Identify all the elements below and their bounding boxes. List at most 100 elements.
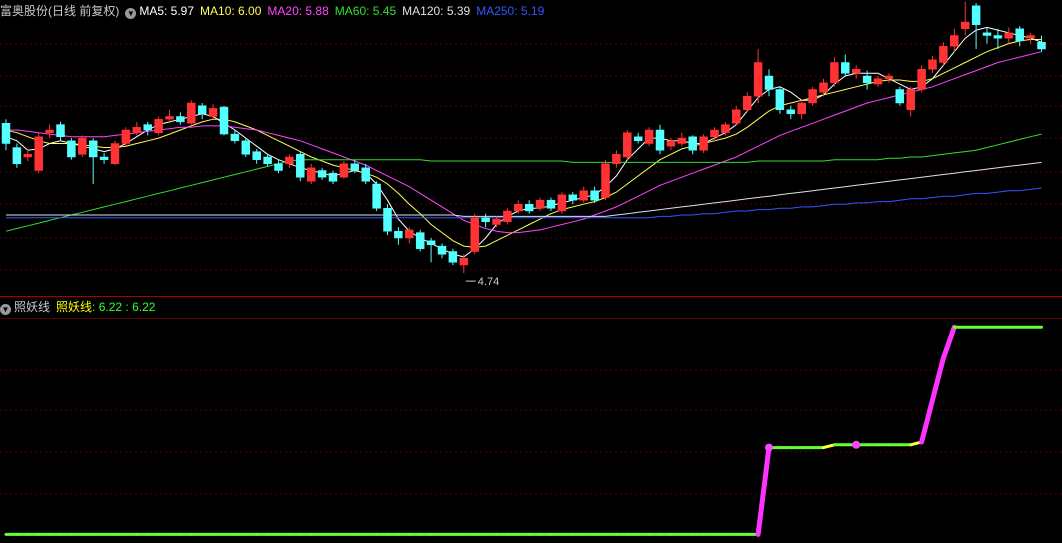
candle-body <box>394 231 403 239</box>
indicator-segment <box>919 397 935 445</box>
candle-body <box>895 89 905 104</box>
candle-body <box>950 35 959 47</box>
candle-body <box>623 132 632 158</box>
ma-line-ma5 <box>5 26 1042 258</box>
candle-body <box>514 204 523 212</box>
indicator-value-a: 6.22 <box>98 300 123 314</box>
candle-body <box>67 140 76 158</box>
stock-title: 富奥股份(日线 前复权) <box>0 4 120 18</box>
candle-body <box>568 194 578 201</box>
candle-body <box>23 154 33 158</box>
ma-legend-ma10: MA10: 6.00 <box>200 4 262 18</box>
candle-body <box>666 140 676 147</box>
candle-body <box>350 163 360 171</box>
candle-body <box>328 172 338 182</box>
candle-body <box>415 232 425 250</box>
candle-body <box>971 5 981 25</box>
candle-body <box>296 154 305 178</box>
indicator-series-label: 照妖线: 6.22 : 6.22 <box>56 300 156 314</box>
candle-body <box>143 124 152 131</box>
candle-body <box>841 62 850 74</box>
candle-body <box>241 140 251 155</box>
candle-body <box>677 137 687 144</box>
candle-body <box>12 147 22 165</box>
high-price-label: 6.32 <box>979 0 1000 3</box>
candle-body <box>862 75 872 83</box>
candle-body <box>524 204 534 212</box>
candle-body <box>263 156 272 164</box>
candle-body <box>274 163 283 171</box>
candle-body <box>481 217 490 223</box>
indicator-value-b: 6.22 <box>132 300 156 314</box>
candle-body <box>688 136 697 151</box>
candle-body <box>906 89 915 110</box>
candle-body <box>470 217 479 252</box>
candle-body <box>34 136 43 171</box>
candle-body <box>633 136 643 142</box>
candle-body <box>187 102 196 124</box>
candle-body <box>797 102 806 115</box>
candle-body <box>197 105 207 115</box>
ma-legend-ma20: MA20: 5.88 <box>267 4 329 18</box>
ma-line-ma120 <box>6 161 1042 217</box>
candle-body <box>753 62 763 97</box>
candle-body <box>219 106 229 135</box>
candle-body <box>176 116 185 123</box>
chevron-down-icon[interactable]: ▼ <box>0 304 11 315</box>
candle-body <box>786 109 796 115</box>
ma-legend-ma60: MA60: 5.45 <box>334 4 397 18</box>
candle-body <box>601 163 610 198</box>
candle-body <box>99 156 109 160</box>
candle-body <box>1037 42 1046 50</box>
candle-body <box>764 75 774 90</box>
candle-body <box>699 136 708 151</box>
candle-body <box>165 116 174 120</box>
candle-body <box>873 78 883 85</box>
candle-body <box>45 129 54 133</box>
candle-body <box>56 124 65 137</box>
candle-body <box>132 127 142 133</box>
candle-body <box>557 194 567 212</box>
candle-body <box>579 190 588 201</box>
candle-body <box>851 69 861 74</box>
candle-body <box>928 59 937 70</box>
candle-body <box>306 167 316 182</box>
candle-body <box>644 129 654 144</box>
candle-body <box>884 75 894 79</box>
indicator-segment <box>755 445 772 537</box>
candle-body <box>939 46 948 63</box>
ma-legend: MA5: 5.97 MA10: 6.00 MA20: 5.88 MA60: 5.45 M… <box>139 4 550 18</box>
candle-body <box>960 21 970 29</box>
candle-body <box>361 167 370 182</box>
candle-body <box>317 170 327 178</box>
chevron-down-icon[interactable]: ▼ <box>125 8 137 19</box>
candle-body <box>110 143 120 164</box>
candle-body <box>285 156 294 164</box>
candle-body <box>546 199 556 209</box>
candle-body <box>383 208 392 232</box>
candle-body <box>208 108 218 117</box>
indicator-dot <box>852 440 861 449</box>
candle-body <box>339 163 349 178</box>
candle-body <box>437 245 447 255</box>
candle-body <box>612 154 621 165</box>
candle-body <box>535 199 545 209</box>
indicator-segment <box>930 355 946 403</box>
candle-body <box>819 82 828 93</box>
indicator-dot <box>765 443 773 452</box>
indicator-series-name: 照妖线 <box>56 300 93 314</box>
candle-body <box>459 258 469 266</box>
indicator-name: 照妖线 <box>14 300 51 314</box>
candle-body <box>655 129 665 151</box>
indicator-segment <box>940 324 957 361</box>
candle-body <box>808 89 817 104</box>
candle-body <box>982 32 992 36</box>
ma-legend-ma120: MA120: 5.39 <box>402 4 471 18</box>
stock-chart: 6.32 4.74 <box>0 0 1062 537</box>
candle-body <box>775 89 785 110</box>
candle-body <box>78 137 87 155</box>
candle-body <box>732 109 741 124</box>
candle-body <box>448 251 458 263</box>
candle-body <box>492 218 501 225</box>
candle-body <box>154 118 163 133</box>
